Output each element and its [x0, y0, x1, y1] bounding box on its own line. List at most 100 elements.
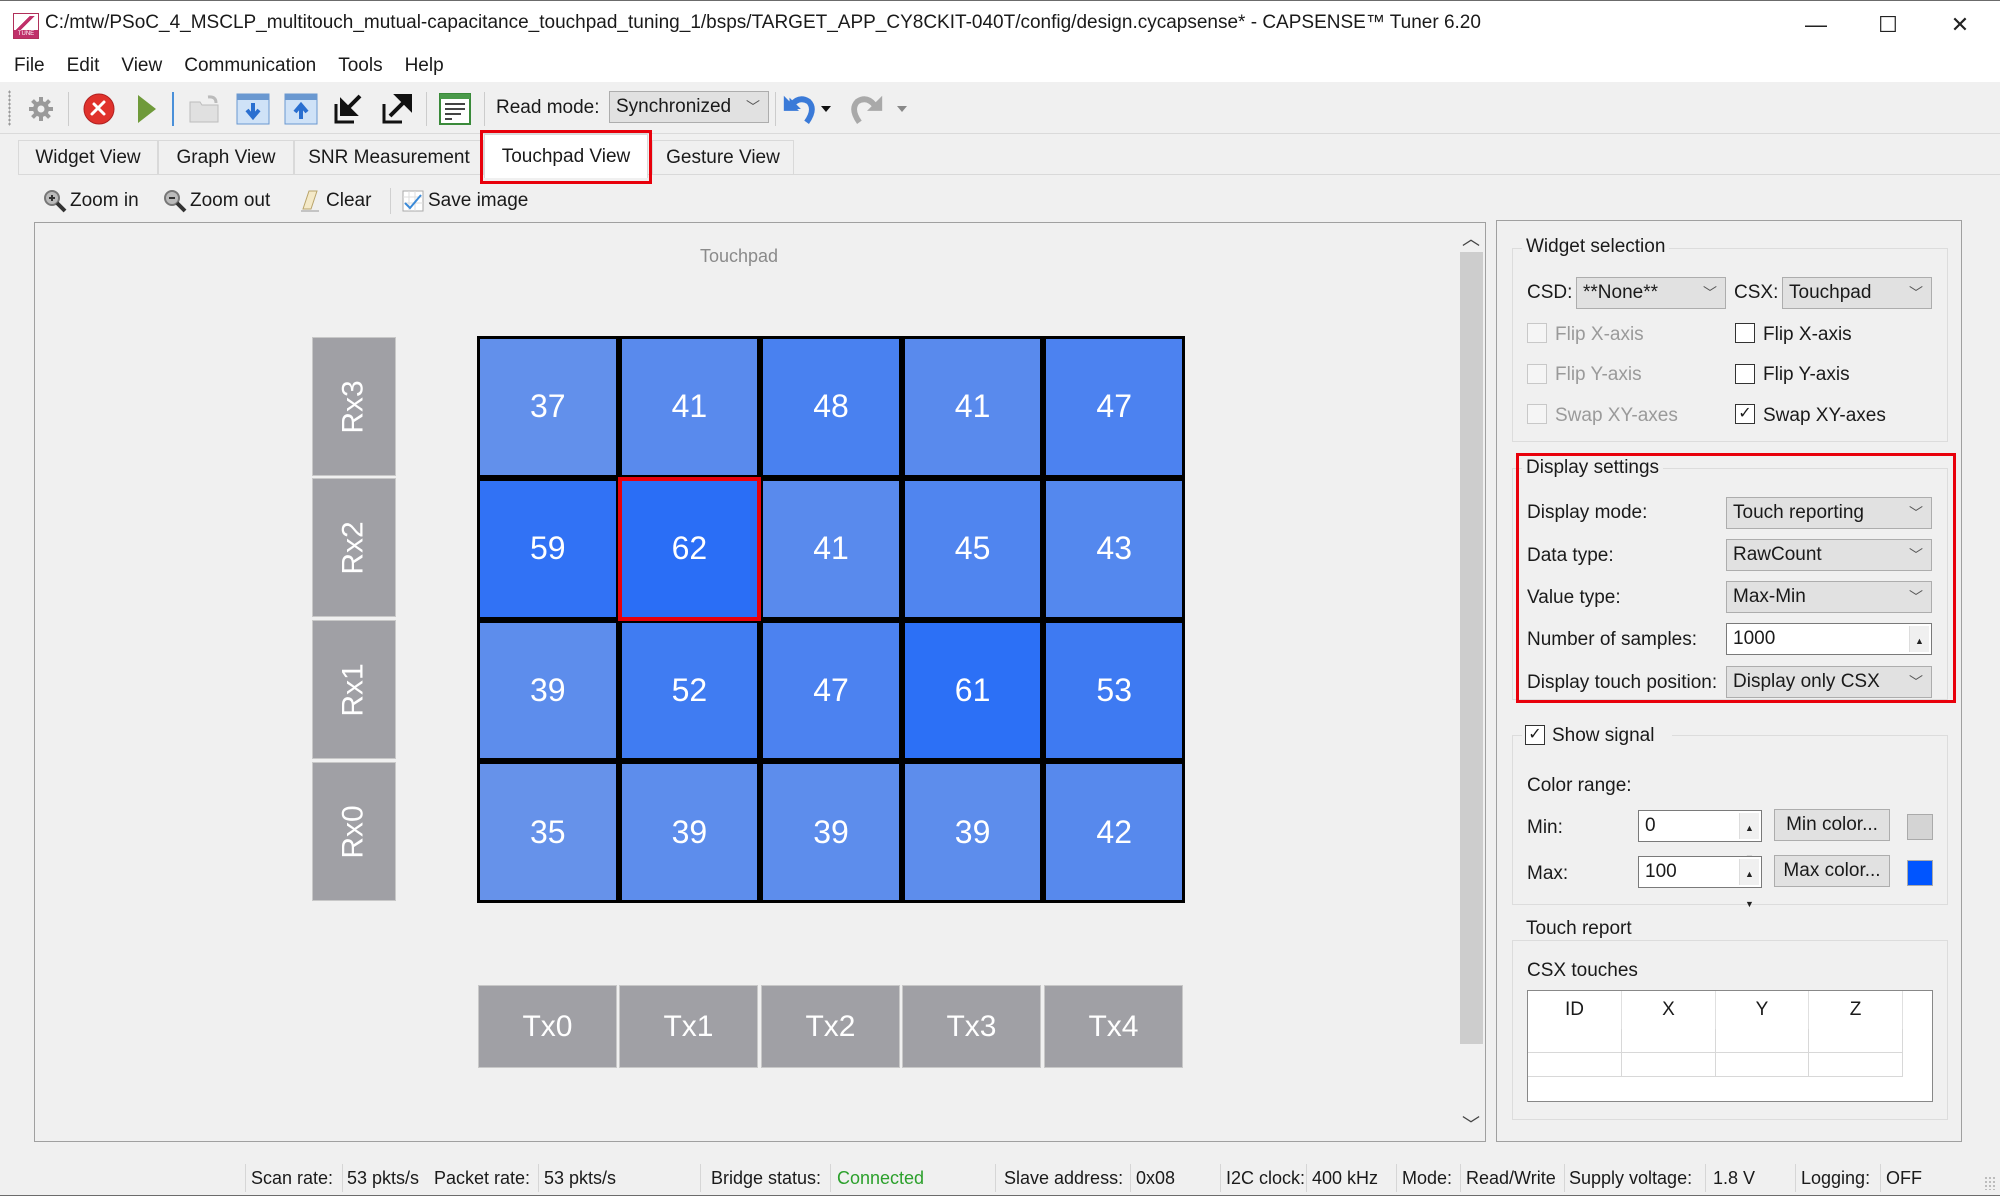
open-icon[interactable] [186, 90, 224, 128]
csd-select[interactable]: **None** ﹀ [1576, 277, 1726, 309]
csd-label: CSD: [1527, 282, 1573, 303]
status-separator [995, 1164, 996, 1192]
touchpad-grid: 37 41 48 41 47 59 62 41 45 43 39 52 47 61 53 35 39 39 39 42 [477, 336, 1185, 903]
disconnect-icon[interactable] [80, 90, 118, 128]
scroll-down-icon[interactable]: ﹀ [1458, 1110, 1484, 1138]
menu-edit[interactable]: Edit [67, 55, 100, 77]
rx-label-text: Rx3 [336, 379, 370, 434]
write-to-device-icon[interactable] [282, 90, 320, 128]
touchpad-cell[interactable]: 39 [901, 761, 1044, 903]
clear-button[interactable]: Clear [298, 186, 371, 216]
touchpad-cell[interactable]: 53 [1043, 619, 1185, 762]
zoom-out-button[interactable]: Zoom out [162, 186, 270, 216]
min-spinbox[interactable]: 0 ▲▼ [1638, 810, 1762, 863]
supply-voltage-value: 1.8 V [1713, 1168, 1756, 1188]
column-header-z[interactable]: Z [1809, 991, 1903, 1029]
resize-grip-icon[interactable] [1984, 1176, 1996, 1190]
save-image-button[interactable]: Save image [400, 186, 528, 216]
spin-arrows-icon[interactable]: ▲▼ [1739, 859, 1759, 909]
table-cell [1528, 1053, 1622, 1077]
tab-widget-view[interactable]: Widget View [18, 140, 158, 174]
menu-view[interactable]: View [121, 55, 162, 77]
touchpad-cell[interactable]: 37 [477, 336, 619, 478]
csd-flip-y-label: Flip Y-axis [1555, 364, 1642, 385]
touchpad-cell[interactable]: 59 [477, 477, 619, 620]
csx-select[interactable]: Touchpad ﹀ [1782, 277, 1932, 309]
min-color-swatch[interactable] [1907, 814, 1933, 840]
spin-arrows-icon[interactable]: ▲▼ [1739, 813, 1759, 863]
tab-graph-view[interactable]: Graph View [158, 140, 294, 174]
gear-icon[interactable] [22, 90, 60, 128]
undo-icon[interactable] [780, 90, 818, 128]
touchpad-cell[interactable]: 48 [760, 336, 902, 478]
touchpad-cell[interactable]: 52 [618, 619, 761, 762]
close-button[interactable]: ✕ [1924, 0, 1996, 50]
touchpad-cell[interactable]: 47 [1043, 336, 1185, 478]
column-header-id[interactable]: ID [1528, 991, 1622, 1029]
max-color-swatch[interactable] [1907, 860, 1933, 886]
read-from-device-icon[interactable] [234, 90, 272, 128]
redo-icon[interactable] [848, 90, 886, 128]
touchpad-cell[interactable]: 41 [760, 477, 902, 620]
toolbar-separator [68, 92, 69, 126]
status-separator [1460, 1164, 1461, 1192]
touchpad-cell[interactable]: 35 [477, 761, 619, 903]
column-header-x[interactable]: X [1622, 991, 1716, 1029]
zoom-in-button[interactable]: Zoom in [42, 186, 139, 216]
menu-help[interactable]: Help [405, 55, 444, 77]
tab-snr-measurement[interactable]: SNR Measurement [294, 140, 484, 174]
touchpad-cell[interactable]: 62 [617, 476, 762, 621]
scroll-up-icon[interactable]: ︿ [1458, 224, 1484, 252]
chevron-down-icon: ﹀ [746, 99, 760, 115]
min-label: Min: [1527, 817, 1563, 838]
scan-rate-label: Scan rate: [251, 1168, 334, 1188]
undo-dropdown-icon[interactable] [818, 90, 834, 128]
menu-communication[interactable]: Communication [184, 55, 316, 77]
touchpad-cell[interactable]: 61 [901, 619, 1044, 762]
touchpad-cell[interactable]: 41 [618, 336, 761, 478]
csd-swap-xy-checkbox[interactable] [1527, 404, 1547, 424]
status-separator [1130, 1164, 1131, 1192]
menu-file[interactable]: File [14, 55, 45, 77]
min-value: 0 [1645, 815, 1656, 836]
touchpad-cell[interactable]: 45 [901, 477, 1044, 620]
touchpad-cell[interactable]: 47 [760, 619, 902, 762]
csd-flip-x-checkbox[interactable] [1527, 323, 1547, 343]
show-signal-checkbox[interactable]: ✓ [1525, 725, 1545, 745]
touch-report-title: Touch report [1522, 918, 1636, 940]
touchpad-cell[interactable]: 39 [618, 761, 761, 903]
log-icon[interactable] [436, 90, 474, 128]
subtoolbar-separator [390, 188, 391, 214]
slave-address-label: Slave address: [1004, 1168, 1124, 1188]
touchpad-cell[interactable]: 43 [1043, 477, 1185, 620]
min-color-button[interactable]: Min color... [1774, 809, 1890, 841]
max-spinbox[interactable]: 100 ▲ ▼ [1638, 856, 1762, 909]
tab-gesture-view[interactable]: Gesture View [652, 140, 794, 174]
scrollbar-thumb[interactable] [1460, 252, 1483, 1044]
rx-label: Rx3 [312, 337, 396, 476]
touchpad-cell[interactable]: 39 [477, 619, 619, 762]
menu-tools[interactable]: Tools [338, 55, 382, 77]
csx-flip-y-checkbox[interactable] [1735, 364, 1755, 384]
status-separator [1396, 1164, 1397, 1192]
csd-flip-y-checkbox[interactable] [1527, 364, 1547, 384]
csx-touches-table[interactable]: ID X Y Z [1527, 990, 1933, 1102]
import-icon[interactable] [330, 90, 368, 128]
table-cell [1716, 1053, 1809, 1077]
csx-swap-xy-checkbox[interactable]: ✓ [1735, 404, 1755, 424]
minimize-button[interactable]: — [1780, 0, 1852, 50]
touchpad-cell[interactable]: 42 [1043, 761, 1185, 903]
csx-flip-x-checkbox[interactable] [1735, 323, 1755, 343]
read-mode-select[interactable]: Synchronized ﹀ [609, 91, 769, 123]
status-separator [342, 1164, 343, 1192]
save-image-label: Save image [428, 190, 529, 211]
toolbar-grip[interactable] [8, 90, 11, 126]
touchpad-cell[interactable]: 39 [760, 761, 902, 903]
export-icon[interactable] [378, 90, 416, 128]
touchpad-cell[interactable]: 41 [901, 336, 1044, 478]
start-icon[interactable] [128, 90, 166, 128]
max-color-button[interactable]: Max color... [1774, 855, 1890, 887]
redo-dropdown-icon[interactable] [894, 90, 910, 128]
column-header-y[interactable]: Y [1716, 991, 1809, 1029]
maximize-button[interactable]: ☐ [1852, 0, 1924, 50]
